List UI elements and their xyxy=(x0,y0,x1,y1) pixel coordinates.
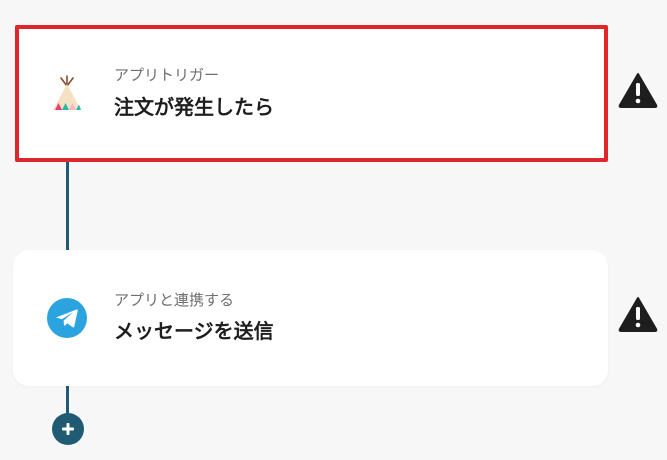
trigger-step-card[interactable] xyxy=(15,25,608,162)
trigger-step-title: 注文が発生したら xyxy=(114,95,274,119)
trigger-step-subtitle: アプリトリガー xyxy=(114,66,220,84)
plus-icon xyxy=(62,423,74,435)
action-step-subtitle: アプリと連携する xyxy=(114,291,235,309)
action-step-card[interactable] xyxy=(13,250,608,386)
warning-icon xyxy=(618,72,658,108)
warning-icon xyxy=(618,296,658,332)
telegram-icon xyxy=(47,298,87,338)
flow-connector-bottom xyxy=(66,384,69,414)
add-step-button[interactable] xyxy=(52,413,84,445)
teepee-icon xyxy=(47,72,87,112)
action-step-title: メッセージを送信 xyxy=(114,319,274,343)
flow-connector-top xyxy=(66,160,69,250)
